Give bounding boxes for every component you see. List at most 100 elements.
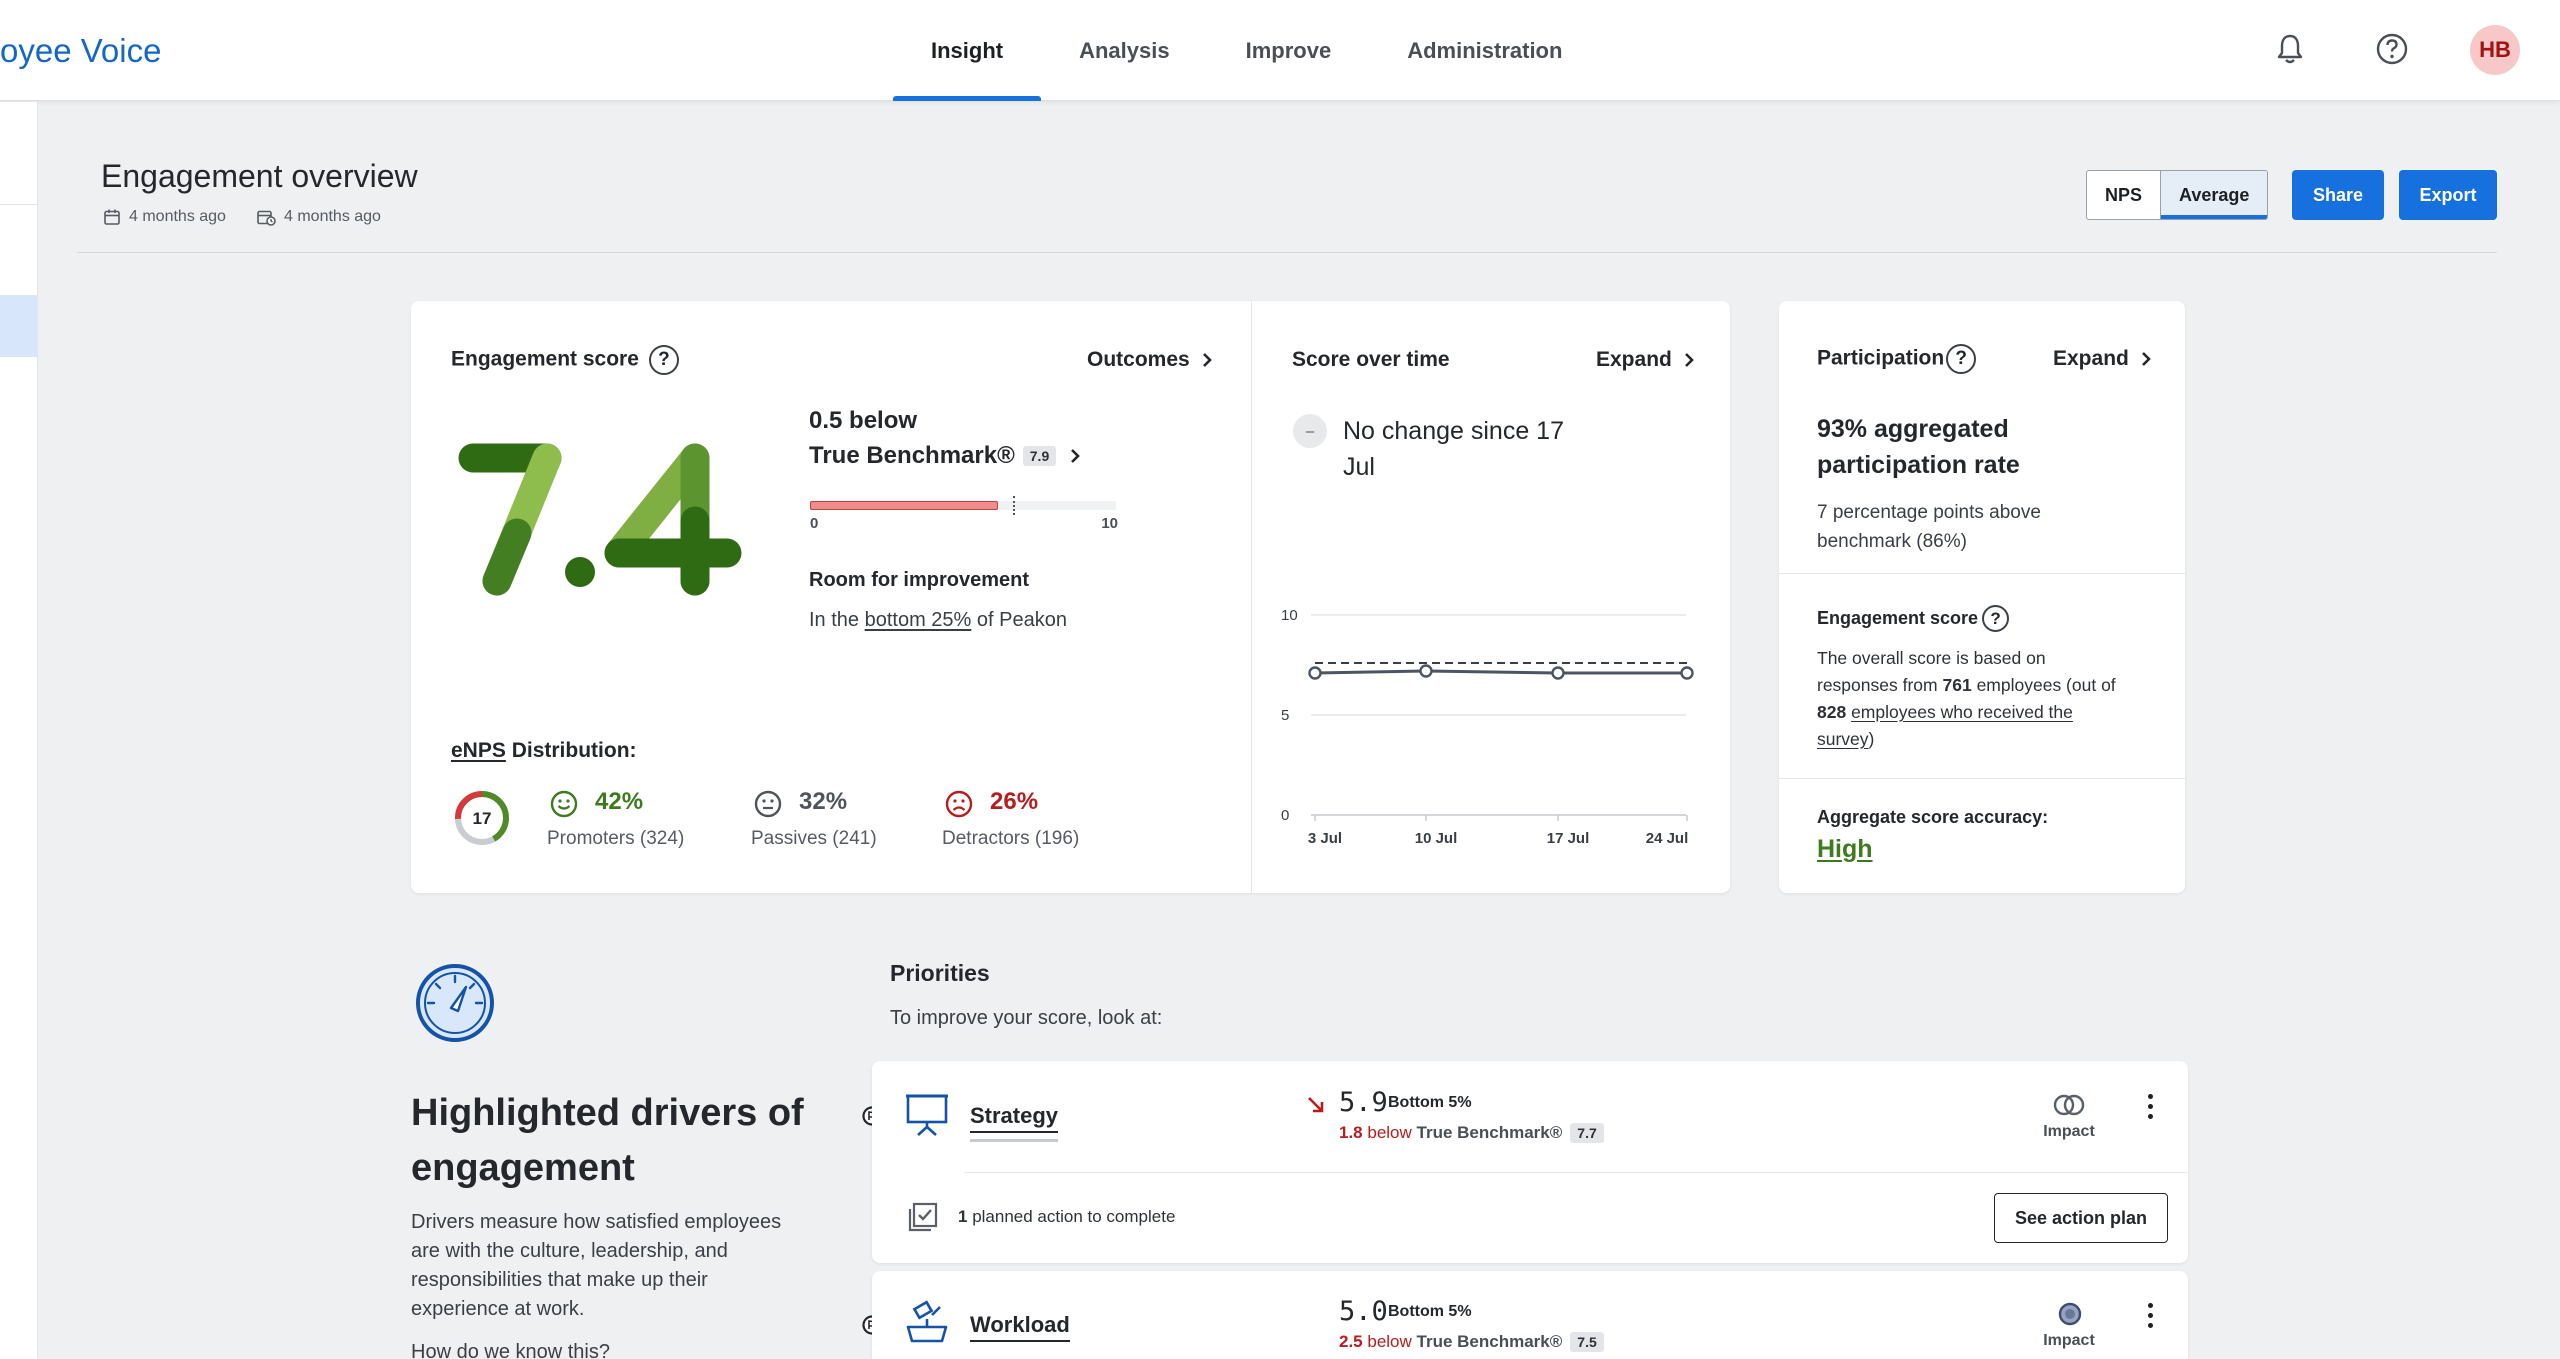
help-icon[interactable]: ?: [648, 345, 679, 375]
score-expand-link[interactable]: Expand: [1596, 348, 1694, 372]
recipients-link[interactable]: employees who received the: [1851, 702, 2073, 722]
see-action-plan-button[interactable]: See action plan: [1994, 1193, 2168, 1243]
date-range[interactable]: 4 months ago: [103, 208, 226, 226]
share-button[interactable]: Share: [2292, 170, 2384, 220]
help-icon[interactable]: [2372, 29, 2412, 69]
impact-icon: [2058, 1302, 2082, 1326]
checklist-icon: [908, 1202, 938, 1232]
desc-end: ): [1868, 729, 1875, 749]
smile-face-icon: [550, 790, 578, 818]
driver-name[interactable]: Workload: [970, 1312, 1070, 1342]
toggle-average[interactable]: Average: [2160, 171, 2268, 219]
export-button[interactable]: Export: [2399, 170, 2497, 220]
above-line-1: 7 percentage points above: [1817, 502, 2041, 523]
driver-benchmark-badge: 7.5: [1570, 1332, 1604, 1352]
drivers-heading: Highlighted drivers of engagement: [411, 1086, 804, 1196]
chart-data-point: [1419, 664, 1433, 678]
engagement-score-subtitle: Engagement score?: [1817, 605, 2010, 632]
participation-expand-link[interactable]: Expand: [2053, 347, 2151, 371]
chart-data-point: [1680, 666, 1694, 680]
help-icon[interactable]: ?: [1982, 605, 2010, 632]
enps-rest: Distribution:: [511, 739, 637, 762]
bottom-percent-link[interactable]: bottom 25%: [865, 609, 972, 631]
recipients-count: 828: [1817, 702, 1847, 722]
engagement-score-label: Engagement score: [1817, 608, 1979, 628]
responses-count: 761: [1942, 675, 1972, 695]
participation-rate: 93% aggregated participation rate: [1817, 411, 2020, 483]
gauge-icon: [416, 964, 494, 1042]
neutral-face-icon: [754, 790, 782, 818]
chart-y-tick-label: 0: [1281, 807, 1289, 824]
scale-max: 10: [1101, 515, 1118, 532]
detractors-percent: 26%: [990, 788, 1039, 815]
app-brand[interactable]: oyee Voice: [0, 32, 161, 70]
nav-improve[interactable]: Improve: [1208, 0, 1370, 101]
no-change-icon: –: [1293, 414, 1327, 448]
promoters-label: Promoters (324): [547, 828, 685, 849]
top-bar: oyee Voice Insight Analysis Improve Admi…: [0, 0, 2560, 101]
chevron-right-icon: [1684, 353, 1694, 367]
detractors-label: Detractors (196): [942, 828, 1080, 849]
driver-benchmark: 1.8 below True Benchmark® 7.7: [1339, 1123, 1604, 1143]
sidebar-selected-item[interactable]: [0, 295, 38, 357]
room-post: of Peakon: [976, 609, 1067, 631]
driver-diff: 2.5: [1339, 1332, 1363, 1351]
enps-distribution-label: eNPS Distribution:: [451, 739, 637, 763]
impact-label: Impact: [2043, 1123, 2095, 1140]
participation-divider: [1779, 778, 2185, 779]
how-do-we-know-link[interactable]: How do we know this?: [411, 1338, 781, 1359]
passives-label: Passives (241): [751, 828, 877, 849]
nav-analysis[interactable]: Analysis: [1041, 0, 1208, 101]
driver-name[interactable]: Strategy: [970, 1103, 1059, 1133]
priority-card-workload[interactable]: Workload 5.0 Bottom 5% 2.5 below True Be…: [872, 1271, 2188, 1359]
expand-label: Expand: [2053, 347, 2129, 370]
desc-line-2: responses from 761 employees (out of: [1817, 672, 2116, 699]
planned-actions-text: planned action to complete: [972, 1207, 1176, 1226]
driver-underline: [970, 1139, 1058, 1142]
score-progress-fill: [810, 501, 998, 510]
date-compare: 4 months ago: [284, 208, 381, 225]
page-title: Engagement overview: [101, 158, 418, 194]
help-icon[interactable]: ?: [1946, 344, 1977, 374]
driver-score: 5.0: [1339, 1296, 1388, 1327]
chevron-right-icon: [2141, 352, 2151, 366]
notifications-bell-icon[interactable]: [2270, 29, 2310, 69]
engagement-description: The overall score is based on responses …: [1817, 645, 2116, 753]
enps-value: 17: [473, 809, 492, 828]
driver-benchmark-label: True Benchmark®: [1416, 1332, 1563, 1351]
user-avatar[interactable]: HB: [2470, 25, 2520, 75]
drivers-desc-2: are with the culture, leadership, and: [411, 1240, 728, 1262]
frown-face-icon: [945, 790, 973, 818]
accuracy-value[interactable]: High: [1817, 835, 1873, 864]
true-benchmark-link[interactable]: True Benchmark® 7.9: [809, 442, 1081, 470]
survey-link[interactable]: survey: [1817, 729, 1869, 749]
driver-rank: Bottom 5%: [1388, 1094, 1472, 1111]
nav-insight[interactable]: Insight: [893, 0, 1042, 101]
comparison-date[interactable]: 4 months ago: [256, 208, 381, 226]
chart-y-tick-label: 10: [1281, 607, 1298, 624]
priorities-title: Priorities: [890, 960, 990, 986]
score-mode-toggle: NPS Average: [2086, 170, 2269, 220]
impact-label: Impact: [2043, 1332, 2095, 1349]
toggle-nps[interactable]: NPS: [2087, 171, 2160, 219]
desc-line-4: survey): [1817, 726, 2116, 753]
priority-card-strategy[interactable]: Strategy 5.9 Bottom 5% 1.8 below True Be…: [872, 1061, 2188, 1263]
outcomes-link[interactable]: Outcomes: [1087, 348, 1212, 372]
desc-line-1: The overall score is based on: [1817, 648, 2046, 668]
left-sidebar: [0, 102, 38, 1359]
driver-benchmark: 2.5 below True Benchmark® 7.5: [1339, 1332, 1604, 1352]
chart-data-point: [1551, 666, 1565, 680]
nav-administration[interactable]: Administration: [1369, 0, 1600, 101]
more-options-icon[interactable]: [2135, 1295, 2165, 1335]
impact-icon: [2053, 1094, 2085, 1116]
more-options-icon[interactable]: [2135, 1086, 2165, 1126]
participation-title: Participation?: [1817, 344, 1977, 374]
driver-below: below: [1367, 1123, 1412, 1142]
enps-link[interactable]: eNPS: [451, 739, 506, 762]
room-title: Room for improvement: [809, 569, 1030, 591]
engagement-card: Engagement score? Outcomes 7.4 0.5 below…: [411, 301, 1730, 893]
above-line-2: benchmark (86%): [1817, 531, 1967, 552]
drivers-desc-4: experience at work.: [411, 1298, 585, 1320]
participation-card: Participation? Expand 93% aggregated par…: [1779, 301, 2185, 893]
no-change-text: No change since 17 Jul: [1343, 413, 1564, 485]
